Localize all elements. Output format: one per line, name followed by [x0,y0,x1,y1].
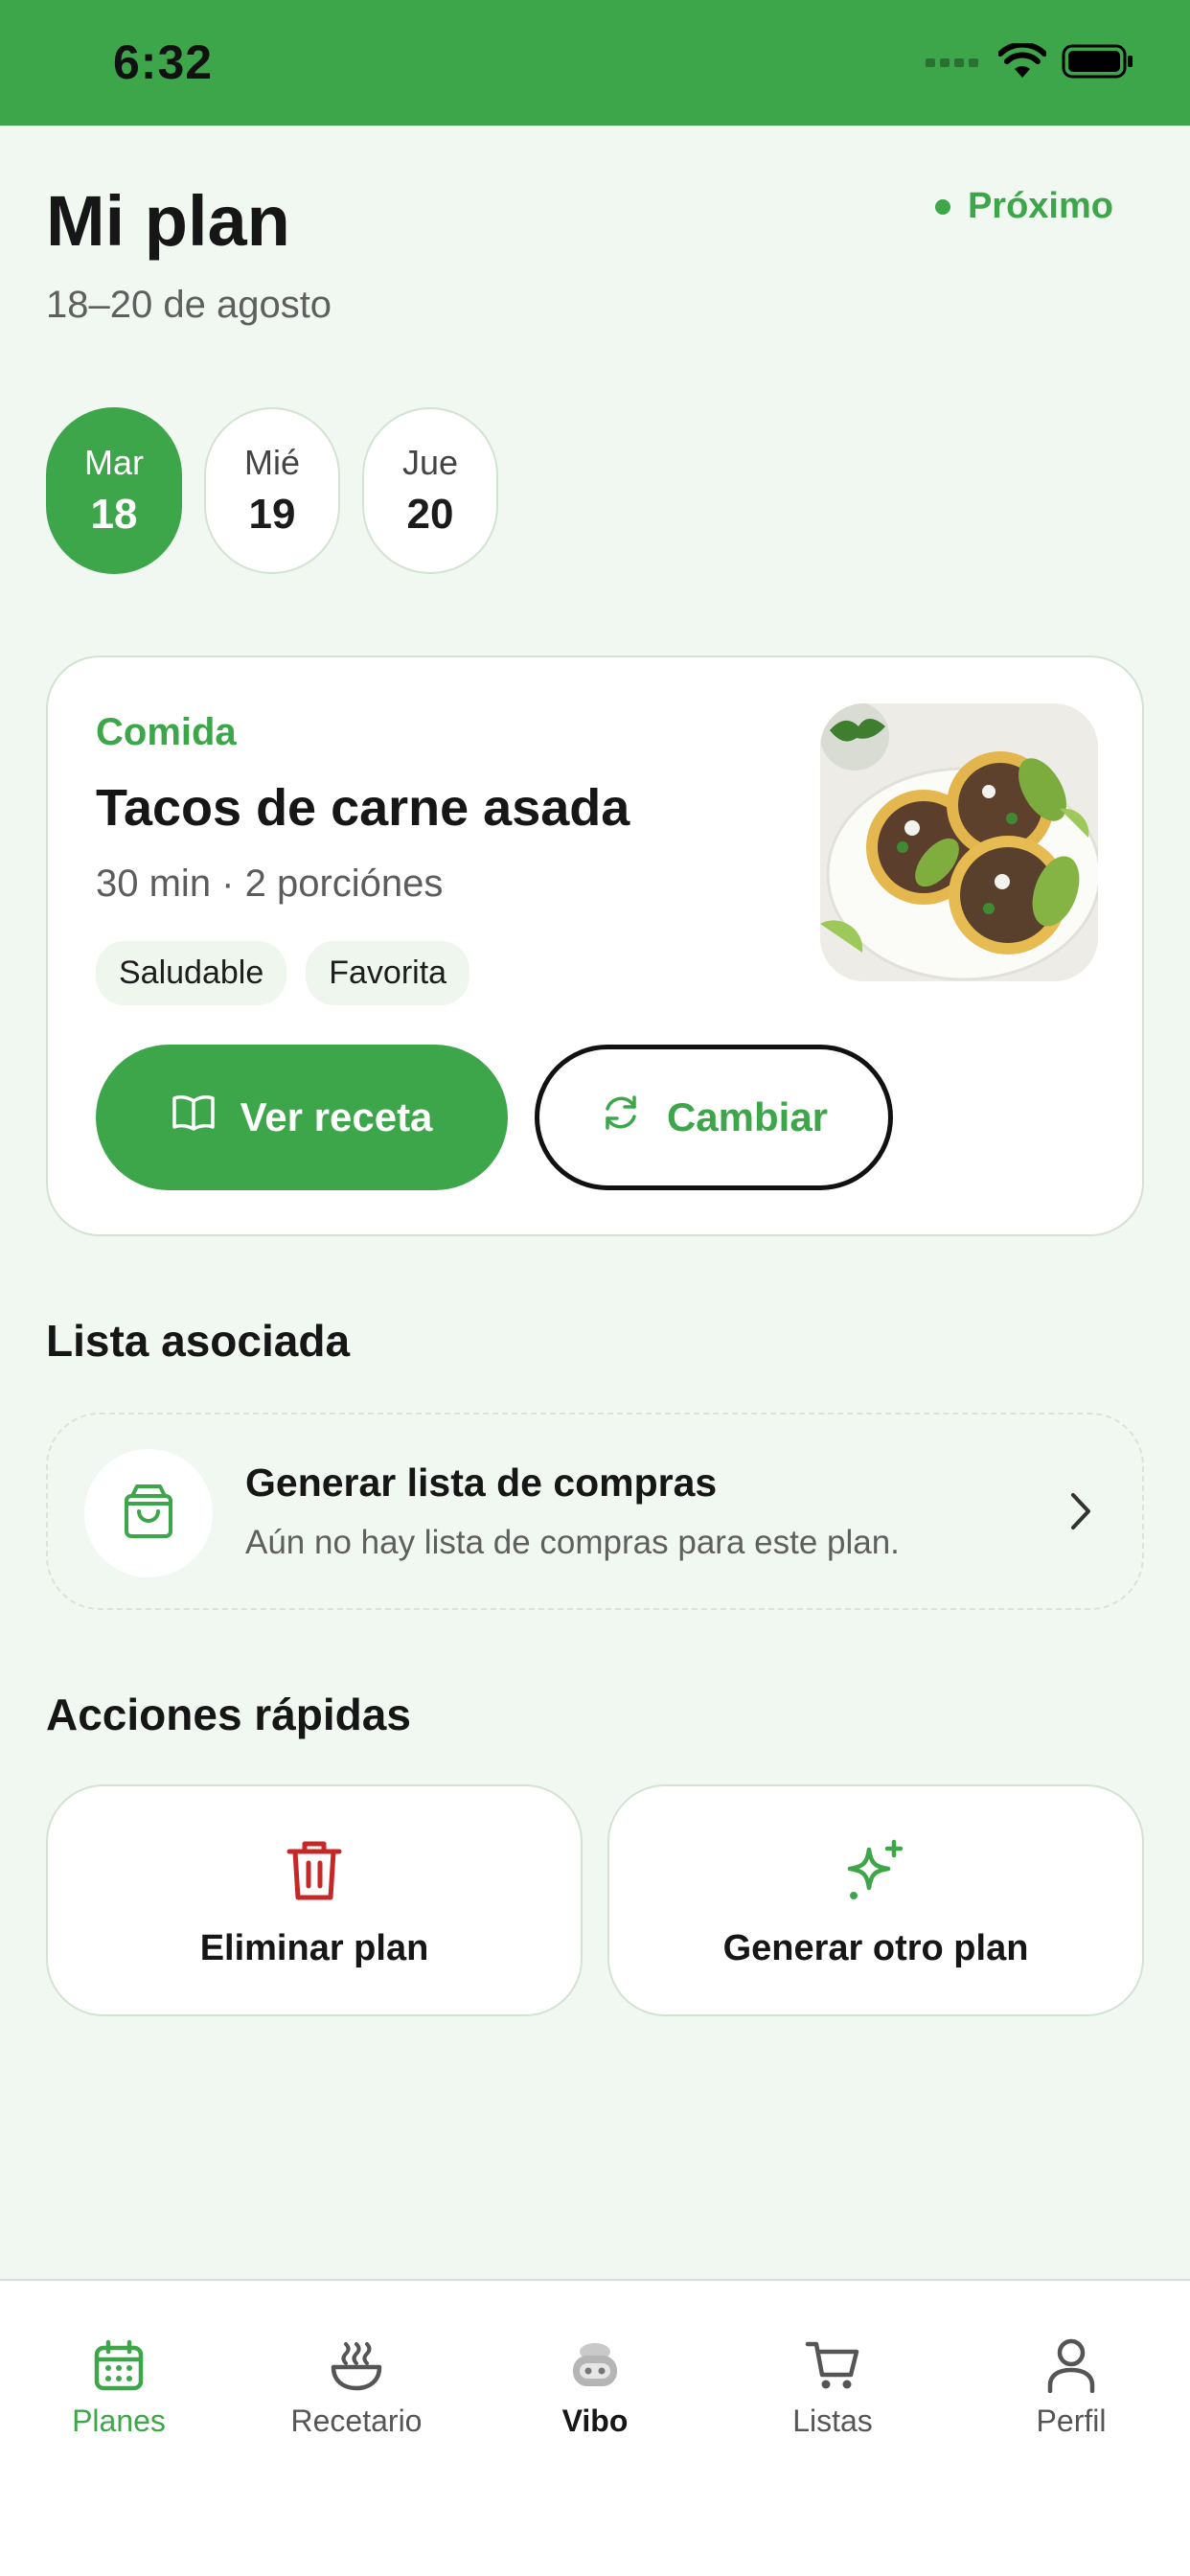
day-number: 18 [90,491,138,538]
signal-icon [926,54,983,74]
status-time: 6:32 [113,35,214,89]
tab-label: Planes [72,2404,166,2438]
meal-image [820,703,1098,981]
shopping-bag-icon [122,1483,175,1545]
meal-tags: Saludable Favorita [96,941,470,1005]
cart-icon [805,2336,860,2394]
tag-healthy: Saludable [96,941,287,1005]
change-meal-button[interactable]: Cambiar [535,1045,893,1190]
meal-meta: 30 min · 2 porciónes [96,862,444,905]
generate-shopping-list-card[interactable]: Generar lista de compras Aún no hay list… [46,1413,1144,1610]
status-bar: 6:32 [0,0,1190,126]
generate-new-plan-label: Generar otro plan [722,1928,1029,1968]
meal-card: Comida Tacos de carne asada 30 min · 2 p… [46,656,1144,1236]
bowl-icon [330,2336,383,2394]
tab-bar: Planes Recetario Vibo Listas Perfil [0,2279,1190,2576]
status-dot [934,198,950,215]
user-icon [1046,2336,1096,2394]
delete-plan-button[interactable]: Eliminar plan [46,1784,583,2016]
day-pill-jue-20[interactable]: Jue 20 [362,407,498,574]
date-range: 18–20 de agosto [46,284,332,326]
battery-icon [1062,43,1134,84]
refresh-icon [600,1092,642,1143]
tab-planes[interactable]: Planes [23,2336,215,2439]
tag-favorite: Favorita [306,941,470,1005]
change-meal-label: Cambiar [666,1094,829,1139]
book-icon [172,1093,216,1141]
status-icons [926,41,1134,84]
robot-icon [568,2336,622,2394]
meal-title: Tacos de carne asada [96,779,630,837]
status-badge: Próximo [934,186,1113,227]
generate-new-plan-button[interactable]: Generar otro plan [607,1784,1144,2016]
delete-plan-label: Eliminar plan [199,1928,429,1968]
day-number: 20 [406,491,454,538]
status-badge-label: Próximo [967,186,1113,226]
day-number: 19 [248,491,296,538]
tab-label: Recetario [290,2404,423,2438]
day-name: Jue [401,443,459,482]
meal-type: Comida [96,711,237,753]
tab-recetario[interactable]: Recetario [261,2336,452,2439]
shopping-bag-icon-wrap [84,1449,213,1577]
wifi-icon [997,41,1047,84]
tab-label: Listas [792,2404,873,2438]
associated-list-heading: Lista asociada [46,1316,351,1366]
day-pill-mar-18[interactable]: Mar 18 [46,407,182,574]
view-recipe-label: Ver receta [240,1094,433,1139]
tab-perfil[interactable]: Perfil [975,2336,1167,2439]
day-pill-mie-19[interactable]: Mié 19 [204,407,340,574]
quick-actions-heading: Acciones rápidas [46,1690,411,1739]
page-title: Mi plan [46,181,290,261]
tab-label: Vibo [561,2404,629,2438]
calendar-icon [93,2336,145,2394]
tab-label: Perfil [1036,2404,1107,2438]
sparkle-icon [842,1838,909,1910]
day-name: Mié [243,443,300,482]
day-name: Mar [84,443,144,482]
shopping-list-title: Generar lista de compras [245,1460,718,1505]
tab-vibo[interactable]: Vibo [499,2336,691,2439]
chevron-right-icon [1067,1489,1094,1538]
shopping-list-description: Aún no hay lista de compras para este pl… [245,1524,900,1561]
view-recipe-button[interactable]: Ver receta [96,1045,508,1190]
tab-listas[interactable]: Listas [737,2336,928,2439]
trash-icon [286,1838,343,1906]
